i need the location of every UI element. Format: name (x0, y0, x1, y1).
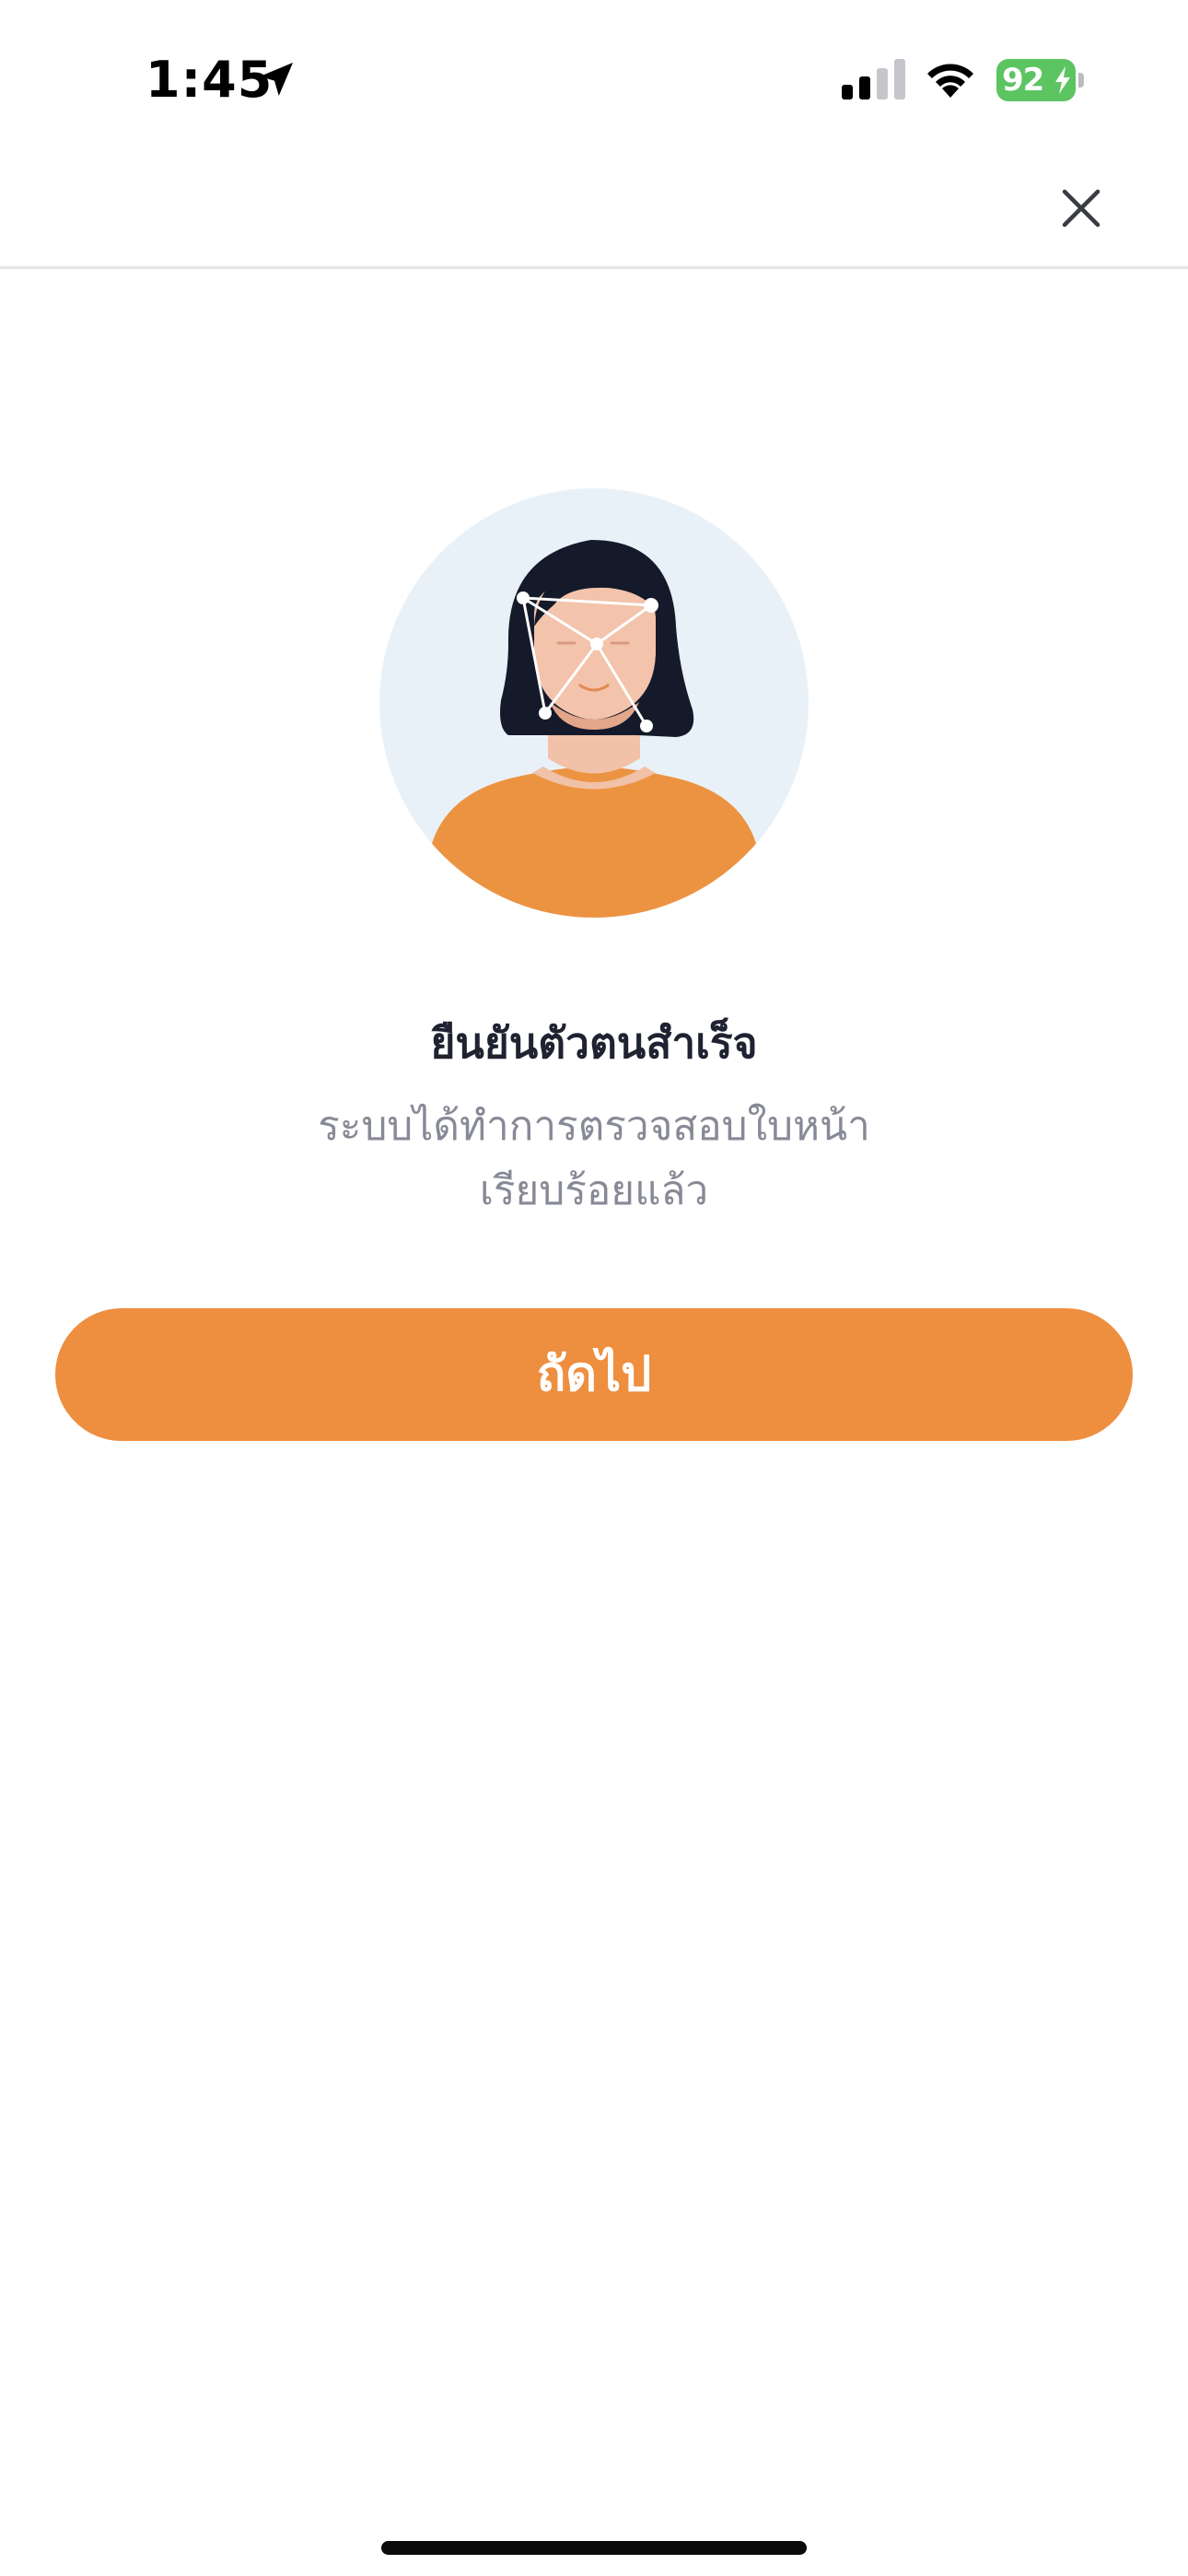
status-bar: 1:45 92 (0, 0, 1188, 138)
home-indicator[interactable] (381, 2541, 807, 2555)
description-line-2: เรียบร้อยแล้ว (479, 1167, 709, 1214)
location-arrow-icon (260, 63, 293, 96)
cellular-signal-icon (842, 59, 905, 100)
nav-bar (0, 138, 1188, 269)
battery-cap (1078, 73, 1084, 88)
success-title: ยืนยันตัวตนสำเร็จ (430, 1018, 758, 1068)
wifi-icon (927, 64, 973, 98)
description-line-1: ระบบได้ทำการตรวจสอบใบหน้า (318, 1103, 870, 1150)
success-description: ระบบได้ทำการตรวจสอบใบหน้า เรียบร้อยแล้ว (0, 1095, 1188, 1224)
next-button[interactable]: ถัดไป (55, 1308, 1133, 1441)
face-scan-illustration (379, 488, 809, 918)
charging-bolt-icon (1055, 66, 1070, 94)
close-icon[interactable] (1054, 181, 1109, 236)
battery-indicator: 92 (996, 59, 1085, 101)
